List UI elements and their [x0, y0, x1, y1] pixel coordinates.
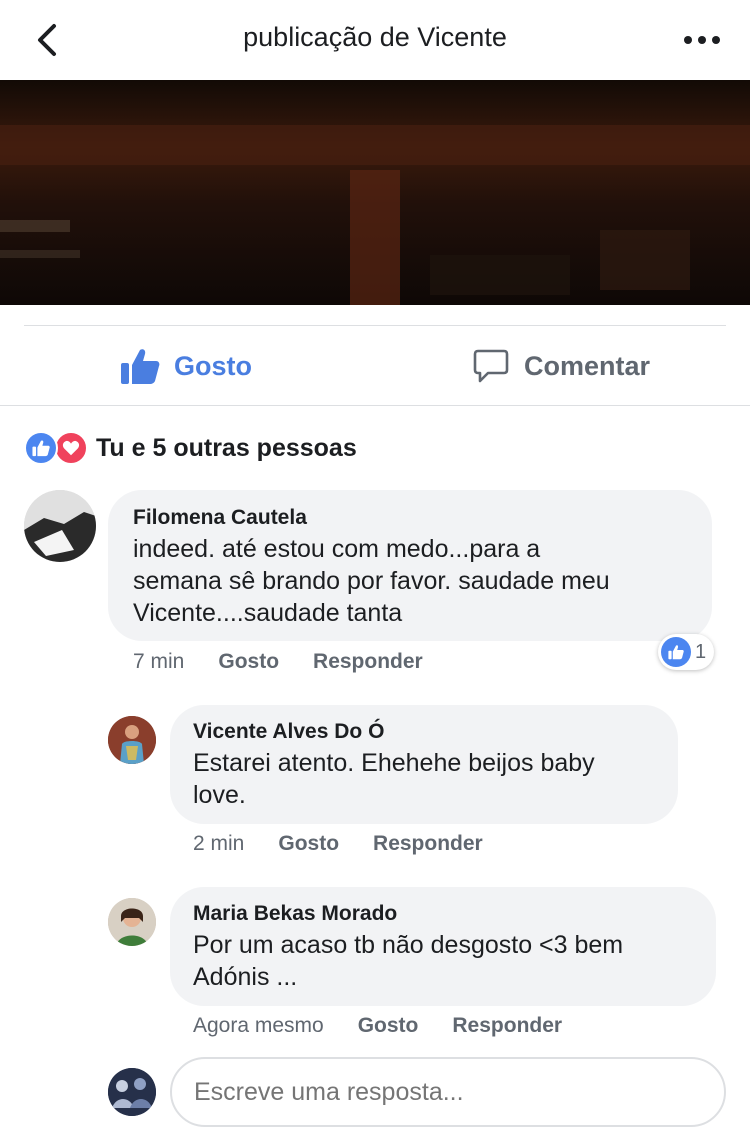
comment-line: Adónis ...: [193, 963, 298, 991]
comment-line: Estarei atento. Ehehehe beijos baby: [193, 749, 595, 777]
comment-author[interactable]: Maria Bekas Morado: [193, 902, 397, 926]
post-action-bar: Gosto Comentar: [24, 325, 726, 406]
page-title: publicação de Vicente: [243, 22, 507, 52]
thumbs-up-icon: [121, 349, 160, 384]
comment-like-count[interactable]: 1: [658, 634, 715, 670]
avatar-image: [108, 898, 156, 946]
comment-line: love.: [193, 781, 246, 809]
like-button[interactable]: Gosto: [120, 344, 252, 388]
reactions-text: Tu e 5 outras pessoas: [96, 433, 357, 462]
comment-author[interactable]: Filomena Cautela: [133, 506, 307, 530]
love-reaction-icon: [54, 431, 88, 465]
like-reaction-icon: [661, 637, 691, 667]
reply-input[interactable]: [170, 1057, 726, 1127]
avatar-image: [24, 490, 96, 562]
comment-label: Comentar: [524, 350, 651, 381]
like-reaction-icon: [24, 431, 58, 465]
comment-line: Por um acaso tb não desgosto <3 bem: [193, 931, 624, 959]
avatar-image: [108, 716, 156, 764]
comment-meta: Agora mesmo Gosto Responder: [193, 1014, 562, 1038]
reactions-summary[interactable]: Tu e 5 outras pessoas: [24, 428, 357, 468]
comment-line: indeed. até estou com medo...para a: [133, 535, 541, 563]
comment-time: Agora mesmo: [193, 1014, 324, 1037]
comment-line: Vicente....saudade tanta: [133, 599, 403, 627]
comment-like-button[interactable]: Gosto: [278, 832, 339, 856]
comment-time: 7 min: [133, 650, 185, 673]
comment-button[interactable]: Comentar: [472, 344, 650, 388]
comment-time: 2 min: [193, 832, 245, 855]
top-bar: publicação de Vicente: [0, 0, 750, 80]
comment-reply-button[interactable]: Responder: [373, 832, 483, 856]
like-label: Gosto: [174, 350, 252, 381]
comment-text: indeed. até estou com medo...para a sema…: [133, 533, 610, 629]
comment-text: Por um acaso tb não desgosto <3 bem Adón…: [193, 929, 623, 993]
comment-text: Estarei atento. Ehehehe beijos baby love…: [193, 747, 595, 811]
comment-line: semana sê brando por favor. saudade meu: [133, 567, 610, 595]
comment-meta: 2 min Gosto Responder: [193, 832, 483, 856]
more-icon: [684, 36, 720, 44]
comment-like-button[interactable]: Gosto: [358, 1014, 419, 1038]
post-photo[interactable]: [0, 80, 750, 305]
comment-reply-button[interactable]: Responder: [452, 1014, 562, 1038]
comment-like-button[interactable]: Gosto: [218, 650, 279, 674]
comment-reply-button[interactable]: Responder: [313, 650, 423, 674]
comment-icon: [473, 349, 509, 383]
current-user-avatar: [108, 1068, 156, 1116]
avatar[interactable]: [108, 716, 156, 764]
comment-author[interactable]: Vicente Alves Do Ó: [193, 720, 384, 744]
avatar[interactable]: [24, 490, 96, 562]
like-count-number: 1: [695, 640, 707, 663]
more-options-button[interactable]: [682, 30, 722, 50]
avatar-image: [108, 1068, 156, 1116]
avatar[interactable]: [108, 898, 156, 946]
comment-meta: 7 min Gosto Responder: [133, 650, 423, 674]
photo-image: [0, 80, 750, 305]
divider: [0, 405, 750, 406]
